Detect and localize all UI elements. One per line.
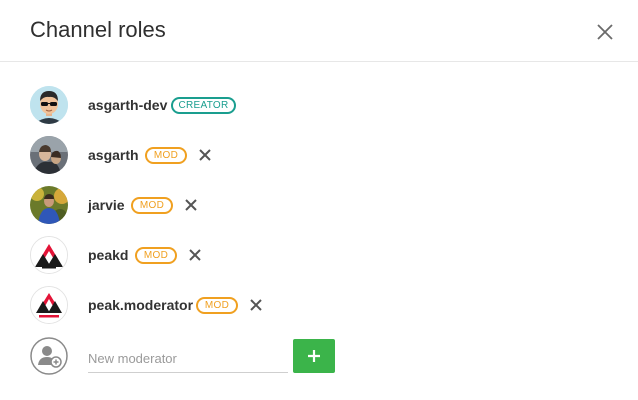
close-icon [199, 149, 211, 161]
username[interactable]: asgarth-dev [88, 97, 167, 113]
remove-moderator-button[interactable] [187, 247, 203, 263]
creator-badge: CREATOR [171, 96, 236, 114]
dialog-title: Channel roles [30, 17, 166, 42]
mod-badge: MOD [196, 296, 238, 314]
username[interactable]: jarvie [88, 197, 125, 213]
remove-moderator-button[interactable] [197, 147, 213, 163]
remove-moderator-button[interactable] [183, 197, 199, 213]
new-moderator-input[interactable] [88, 344, 288, 373]
close-icon [189, 249, 201, 261]
username[interactable]: asgarth [88, 147, 139, 163]
role-row: peakd MOD [0, 235, 638, 275]
remove-moderator-button[interactable] [248, 297, 264, 313]
plus-icon [308, 350, 320, 362]
username[interactable]: peakd [88, 247, 128, 263]
role-row: asgarth MOD [0, 135, 638, 175]
close-icon [250, 299, 262, 311]
role-row: asgarth-dev CREATOR [0, 85, 638, 125]
avatar [30, 136, 68, 174]
close-icon [185, 199, 197, 211]
photo-avatar-icon [30, 136, 68, 174]
username[interactable]: peak.moderator [88, 297, 193, 313]
close-button[interactable] [594, 21, 616, 43]
avatar [30, 286, 68, 324]
mod-badge: MOD [145, 146, 187, 164]
cartoon-sunglasses-avatar-icon [30, 86, 68, 124]
avatar [30, 186, 68, 224]
mod-badge: MOD [131, 196, 173, 214]
peakd-moderator-logo-icon [31, 287, 67, 323]
mod-badge: MOD [135, 246, 177, 264]
role-row: jarvie MOD [0, 185, 638, 225]
add-user-icon [30, 337, 68, 375]
avatar [30, 236, 68, 274]
dialog-header: Channel roles [0, 0, 638, 62]
role-row: peak.moderator MOD [0, 285, 638, 325]
peakd-logo-icon [31, 237, 67, 273]
photo-avatar-icon [30, 186, 68, 224]
channel-roles-dialog: Channel roles asgarth-dev CREATOR asgart… [0, 0, 638, 400]
avatar [30, 86, 68, 124]
new-moderator-row [0, 336, 638, 376]
add-moderator-button[interactable] [293, 339, 335, 373]
close-icon [597, 24, 613, 40]
